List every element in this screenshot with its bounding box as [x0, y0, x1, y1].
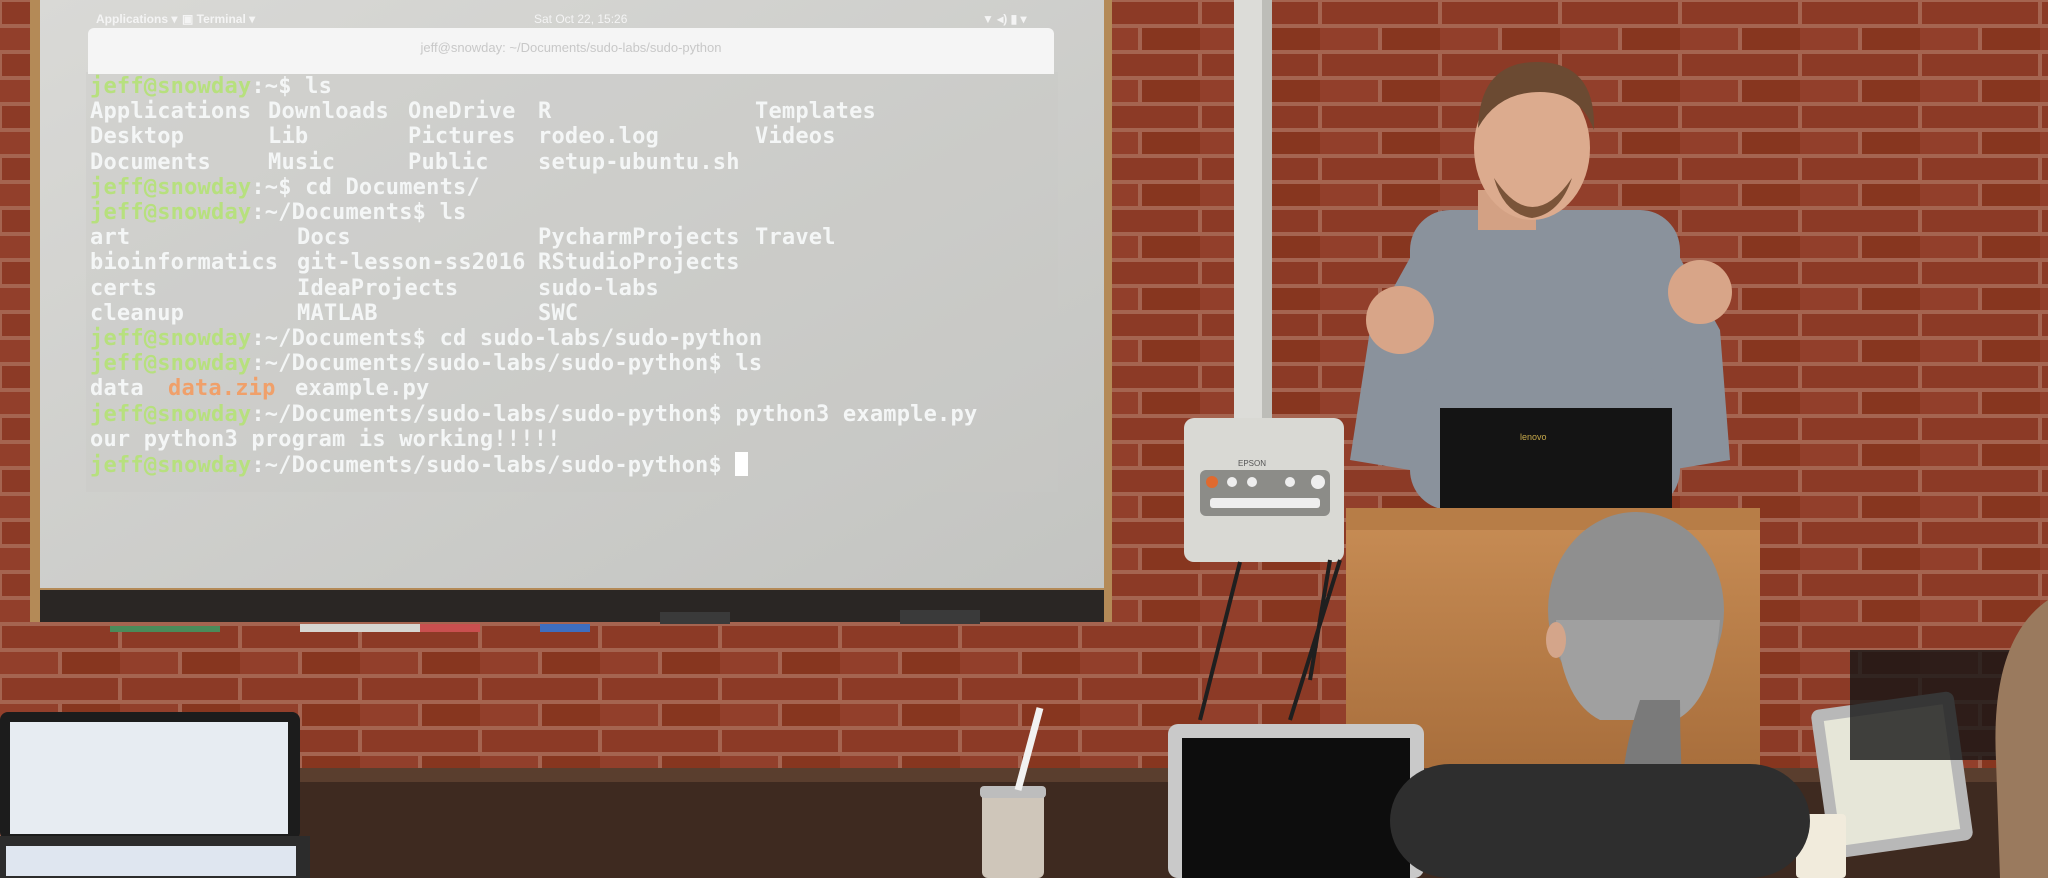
listing-entry: Applications	[90, 99, 252, 125]
prompt-path: :~/Documents/sudo-labs/sudo-python$	[251, 351, 736, 377]
listing-entry: Videos	[755, 124, 836, 150]
podium-laptop	[1440, 408, 1672, 518]
typed-command: ls	[305, 74, 333, 99]
status-icons[interactable]: ▼ ◂) ▮ ▾	[982, 12, 1027, 26]
typed-command: ls	[439, 200, 467, 225]
prompt-user-host: jeff@snowday	[90, 453, 252, 478]
listing-entry: certs	[90, 275, 158, 301]
listing-entry: MATLAB	[297, 300, 378, 326]
typed-command: python3 example.py	[735, 401, 978, 427]
terminal-line: jeff@snowday:~/Documents/sudo-labs/sudo-…	[90, 402, 977, 427]
listing-entry: Downloads	[268, 99, 390, 125]
listing-entry: PycharmProjects	[538, 225, 740, 251]
terminal-titlebar[interactable]: jeff@snowday: ~/Documents/sudo-labs/sudo…	[88, 28, 1054, 74]
program-output: our python3 program is working!!!!!	[90, 426, 561, 452]
terminal-line: our python3 program is working!!!!!	[90, 427, 561, 452]
listing-entry: data	[90, 376, 144, 402]
listing-entry: Desktop	[90, 124, 185, 150]
listing-entry: Travel	[755, 225, 836, 251]
prompt-user-host: jeff@snowday	[90, 326, 252, 351]
terminal-line: jeff@snowday:~/Documents/sudo-labs/sudo-…	[90, 452, 749, 478]
typed-command: ls	[735, 351, 763, 377]
prompt-user-host: jeff@snowday	[90, 401, 252, 427]
typed-command: cd Documents/	[305, 174, 480, 200]
typed-command: cd sudo-labs/sudo-python	[439, 326, 763, 351]
drink-cup	[982, 790, 1044, 878]
terminal-cursor	[735, 452, 749, 476]
listing-entry: Music	[268, 149, 336, 175]
listing-entry: Public	[408, 149, 489, 175]
clock: Sat Oct 22, 15:26	[534, 12, 628, 26]
listing-entry: rodeo.log	[538, 124, 660, 150]
listing-entry: IdeaProjects	[297, 275, 459, 301]
window-title: jeff@snowday: ~/Documents/sudo-labs/sudo…	[420, 40, 722, 55]
prompt-path: :~/Documents$	[251, 200, 440, 225]
prompt-path: :~$	[251, 174, 306, 200]
prompt-user-host: jeff@snowday	[90, 351, 252, 377]
listing-entry: sudo-labs	[538, 275, 660, 301]
archive-file: data.zip	[168, 376, 276, 402]
terminal-line: jeff@snowday:~/Documents$ ls	[90, 200, 466, 225]
listing-entry: cleanup	[90, 300, 185, 326]
prompt-path: :~/Documents$	[251, 326, 440, 351]
terminal-line: jeff@snowday:~/Documents$ cd sudo-labs/s…	[90, 326, 762, 351]
prompt-user-host: jeff@snowday	[90, 200, 252, 225]
terminal-line: jeff@snowday:~/Documents/sudo-labs/sudo-…	[90, 351, 762, 376]
listing-entry: example.py	[295, 376, 430, 402]
terminal-output[interactable]: jeff@snowday:~$ ls Applications Downloads O…	[90, 74, 1060, 494]
listing-entry: SWC	[538, 300, 579, 326]
terminal-line: jeff@snowday:~$ cd Documents/	[90, 175, 480, 200]
listing-entry: git-lesson-ss2016	[297, 250, 526, 276]
terminal-menu[interactable]: ▣ Terminal ▾	[182, 12, 255, 26]
listing-entry: setup-ubuntu.sh	[538, 149, 740, 175]
listing-entry: Templates	[755, 99, 877, 125]
listing-entry: bioinformatics	[90, 250, 279, 276]
prompt-path: :~$	[251, 74, 306, 99]
prompt-user-host: jeff@snowday	[90, 74, 252, 99]
projector-brand: EPSON	[1238, 459, 1266, 468]
prompt-path: :~/Documents/sudo-labs/sudo-python$	[251, 401, 736, 427]
listing-entry: R	[538, 99, 552, 125]
listing-entry: OneDrive	[408, 99, 516, 125]
terminal-line: jeff@snowday:~$ ls	[90, 74, 332, 99]
applications-menu[interactable]: Applications ▾	[96, 12, 177, 26]
prompt-user-host: jeff@snowday	[90, 174, 252, 200]
listing-entry: RStudioProjects	[538, 250, 740, 276]
prompt-path: :~/Documents/sudo-labs/sudo-python$	[251, 453, 736, 478]
listing-entry: Docs	[297, 225, 351, 251]
listing-entry: Pictures	[408, 124, 516, 150]
listing-entry: Lib	[268, 124, 309, 150]
laptop-brand: lenovo	[1520, 432, 1547, 442]
listing-entry: art	[90, 225, 131, 251]
listing-entry: Documents	[90, 149, 212, 175]
